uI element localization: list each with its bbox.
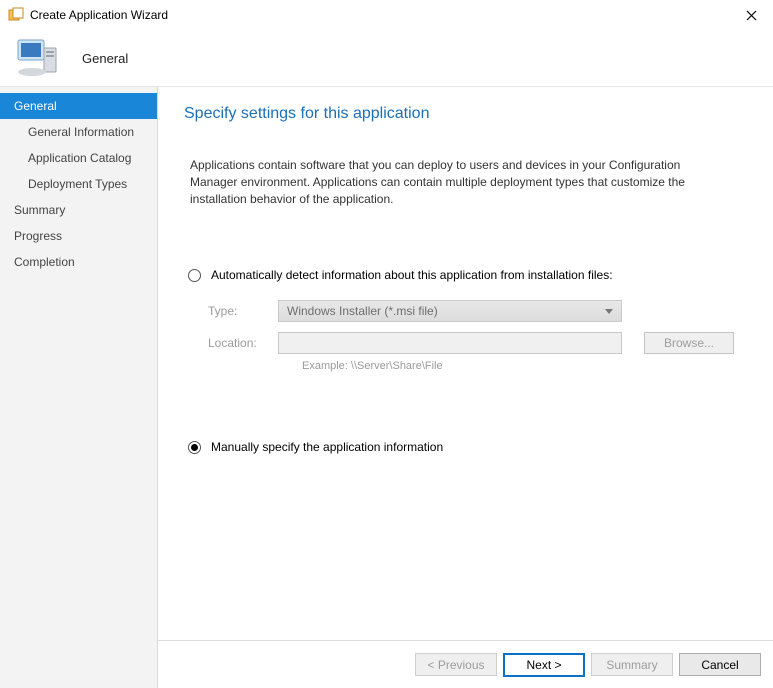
wizard-body: General General Information Application … xyxy=(0,86,773,688)
sidebar-item-application-catalog[interactable]: Application Catalog xyxy=(0,145,157,171)
step-name: General xyxy=(82,51,128,66)
page-description: Applications contain software that you c… xyxy=(190,157,730,208)
option-auto-label: Automatically detect information about t… xyxy=(211,268,613,282)
app-icon xyxy=(8,7,24,23)
browse-button: Browse... xyxy=(644,332,734,354)
option-manual-label: Manually specify the application informa… xyxy=(211,440,443,454)
close-button[interactable] xyxy=(735,4,767,26)
sidebar-item-progress[interactable]: Progress xyxy=(0,223,157,249)
location-example: Example: \\Server\Share\File xyxy=(302,360,755,372)
location-input xyxy=(278,332,622,354)
type-label: Type: xyxy=(208,304,278,318)
wizard-header: General xyxy=(0,30,773,86)
sidebar-item-summary[interactable]: Summary xyxy=(0,197,157,223)
wizard-window: Create Application Wizard General Genera… xyxy=(0,0,773,688)
next-button[interactable]: Next > xyxy=(503,653,585,677)
option-manual[interactable]: Manually specify the application informa… xyxy=(188,440,755,454)
location-label: Location: xyxy=(208,336,278,350)
option-auto-detect[interactable]: Automatically detect information about t… xyxy=(188,268,755,282)
radio-icon xyxy=(188,441,201,454)
sidebar-item-general[interactable]: General xyxy=(0,93,157,119)
radio-icon xyxy=(188,269,201,282)
previous-button: < Previous xyxy=(415,653,497,676)
type-select: Windows Installer (*.msi file) xyxy=(278,300,622,322)
summary-button: Summary xyxy=(591,653,673,676)
title-bar: Create Application Wizard xyxy=(0,0,773,30)
type-value: Windows Installer (*.msi file) xyxy=(287,304,438,318)
cancel-button[interactable]: Cancel xyxy=(679,653,761,676)
auto-detect-fields: Type: Windows Installer (*.msi file) Loc… xyxy=(208,300,755,372)
page-heading: Specify settings for this application xyxy=(184,105,755,123)
window-title: Create Application Wizard xyxy=(30,8,168,22)
sidebar: General General Information Application … xyxy=(0,87,158,688)
content-pane: Specify settings for this application Ap… xyxy=(158,87,773,688)
sidebar-item-deployment-types[interactable]: Deployment Types xyxy=(0,171,157,197)
computer-icon xyxy=(16,38,62,78)
sidebar-item-general-information[interactable]: General Information xyxy=(0,119,157,145)
sidebar-item-completion[interactable]: Completion xyxy=(0,249,157,275)
wizard-footer: < Previous Next > Summary Cancel xyxy=(158,640,773,688)
